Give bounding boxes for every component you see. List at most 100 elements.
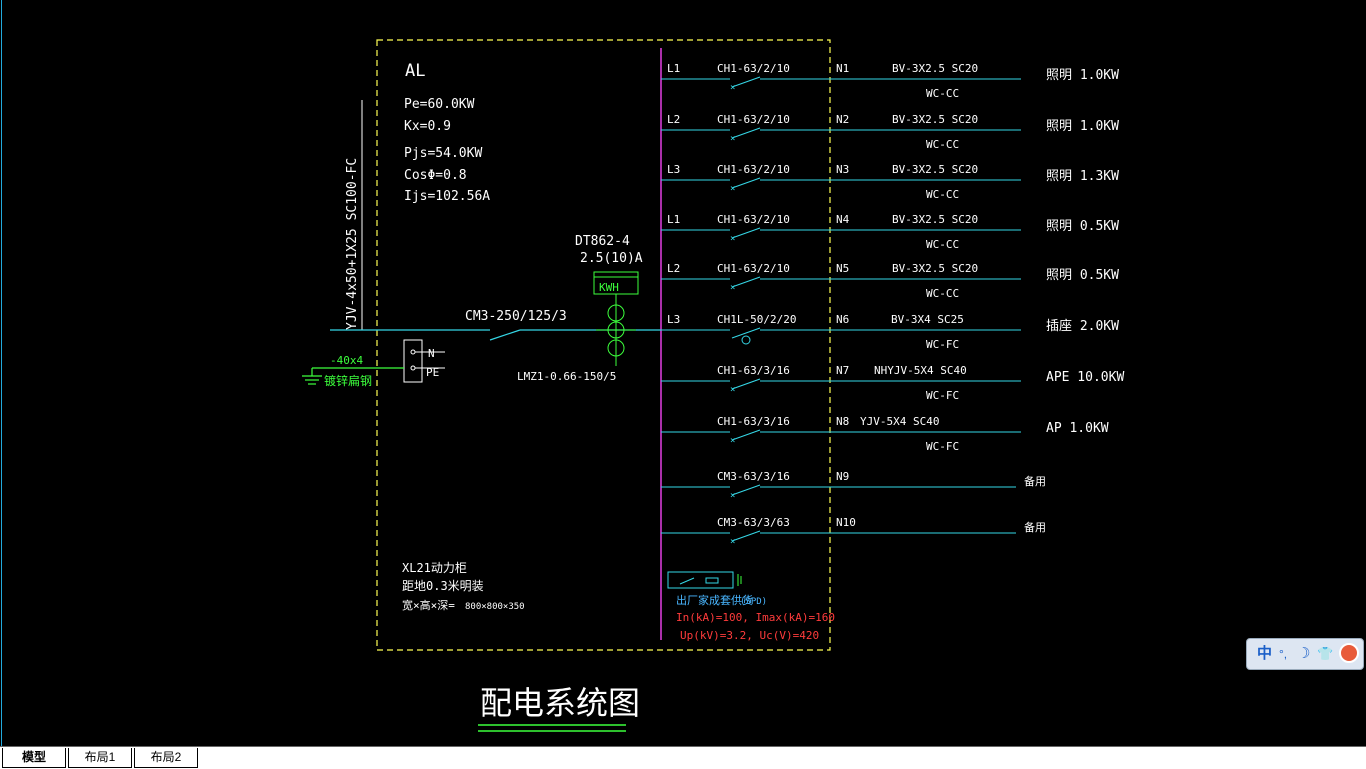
single-line-diagram: AL Pe=60.0KW Kx=0.9 Pjs=54.0KW CosΦ=0.8 … (302, 39, 1124, 732)
cabinet-type: XL21动力柜 (402, 561, 467, 575)
feeder-circuits: × L1 CH1-63/2/10 N1 BV-3X2.5 SC20 WC-CC 照明 1.0… (661, 62, 1124, 547)
ct-label: LMZ1-0.66-150/5 (517, 370, 616, 383)
drawing-canvas[interactable]: AL Pe=60.0KW Kx=0.9 Pjs=54.0KW CosΦ=0.8 … (0, 0, 1366, 746)
main-breaker-label: CM3-250/125/3 (465, 309, 567, 324)
load-label: 照明 0.5KW (1046, 268, 1119, 283)
breaker-blade (731, 227, 761, 239)
breaker-label: CM3-63/3/63 (717, 516, 790, 529)
breaker-blade (731, 429, 761, 441)
n-label: N (428, 347, 435, 360)
meter-rating: 2.5(10)A (580, 251, 643, 266)
ime-toolbar[interactable]: 中 °, ☽ 👕 (1246, 638, 1364, 670)
phase-label: L1 (667, 62, 680, 75)
load-label: AP 1.0KW (1046, 421, 1109, 436)
spd-box (667, 571, 734, 589)
breaker-label: CH1-63/3/16 (717, 415, 790, 428)
breaker-blade (731, 484, 761, 496)
phase-label: L3 (667, 163, 680, 176)
circuit-number: N9 (836, 470, 849, 483)
load-label: 照明 0.5KW (1046, 219, 1119, 234)
viewport-border (1, 0, 2, 746)
circuit-number: N2 (836, 113, 849, 126)
phase-label: L1 (667, 213, 680, 226)
breaker-mark: × (730, 83, 735, 93)
breaker-mark: × (730, 436, 735, 446)
breaker-label: CH1-63/2/10 (717, 62, 790, 75)
breaker-blade (731, 177, 761, 189)
laying-method: WC-CC (926, 188, 959, 201)
laying-method: WC-CC (926, 138, 959, 151)
circuit-number: N1 (836, 62, 849, 75)
param-ijs: Ijs=102.56A (404, 189, 490, 204)
breaker-blade (731, 378, 761, 390)
ime-logo-icon[interactable] (1339, 643, 1359, 663)
moon-icon[interactable]: ☽ (1297, 645, 1310, 663)
spd-spec-2: Up(kV)=3.2, Uc(V)=420 (680, 629, 819, 642)
circuit-number: N8 (836, 415, 849, 428)
drawing-title: 配电系统图 (480, 684, 640, 722)
ground-size: -40x4 (330, 354, 363, 367)
breaker-mark: × (730, 283, 735, 293)
phase-label: L3 (667, 313, 680, 326)
load-label: 插座 2.0KW (1046, 319, 1119, 334)
breaker-label: CH1-63/2/10 (717, 113, 790, 126)
layout-tab-bar: 模型 布局1 布局2 (0, 746, 1366, 769)
phase-label: L2 (667, 113, 680, 126)
laying-method: WC-FC (926, 440, 959, 453)
tab-layout1[interactable]: 布局1 (68, 748, 132, 768)
load-label: 备用 (1024, 520, 1046, 534)
main-breaker-blade (489, 329, 521, 341)
circuit-number: N5 (836, 262, 849, 275)
breaker-mark: × (730, 385, 735, 395)
breaker-blade (731, 127, 761, 139)
tab-model[interactable]: 模型 (2, 748, 66, 768)
load-label: 备用 (1024, 474, 1046, 488)
cable-spec: BV-3X2.5 SC20 (892, 62, 978, 75)
ground-material: 镀锌扁钢 (324, 374, 372, 388)
breaker-label: CH1-63/2/10 (717, 262, 790, 275)
laying-method: WC-FC (926, 338, 959, 351)
n-pe-terminal (403, 339, 423, 383)
breaker-mark: × (730, 134, 735, 144)
cable-spec: YJV-5X4 SC40 (860, 415, 939, 428)
param-pjs: Pjs=54.0KW (404, 146, 482, 161)
breaker-blade (731, 530, 761, 542)
spd-spec-1: In(kA)=100, Imax(kA)=160 (676, 611, 835, 624)
laying-method: WC-CC (926, 238, 959, 251)
spd-tag: (SPD) (740, 597, 767, 607)
circuit-number: N10 (836, 516, 856, 529)
cable-spec: BV-3X4 SC25 (891, 313, 964, 326)
breaker-label: CM3-63/3/16 (717, 470, 790, 483)
load-label: 照明 1.0KW (1046, 119, 1119, 134)
breaker-mark: × (730, 491, 735, 501)
breaker-label: CH1-63/2/10 (717, 163, 790, 176)
kwh-label: KWH (599, 281, 619, 294)
ime-punct[interactable]: °, (1279, 645, 1287, 663)
pe-label: PE (426, 366, 439, 379)
cabinet-dim-label: 宽×高×深= (402, 598, 455, 612)
rcd-icon (741, 335, 751, 345)
breaker-mark: × (730, 184, 735, 194)
meter-model: DT862-4 (575, 234, 630, 249)
laying-method: WC-CC (926, 287, 959, 300)
ime-lang[interactable]: 中 (1257, 645, 1272, 663)
tab-layout2[interactable]: 布局2 (134, 748, 198, 768)
load-label: 照明 1.3KW (1046, 169, 1119, 184)
circuit-number: N3 (836, 163, 849, 176)
load-label: APE 10.0KW (1046, 370, 1124, 385)
param-pe: Pe=60.0KW (404, 97, 475, 112)
panel-name: AL (405, 61, 425, 81)
shirt-icon[interactable]: 👕 (1317, 645, 1333, 663)
cable-spec: BV-3X2.5 SC20 (892, 113, 978, 126)
param-kx: Kx=0.9 (404, 119, 451, 134)
circuit-number: N7 (836, 364, 849, 377)
cabinet-dims: 800×800×350 (465, 602, 525, 612)
cable-spec: NHYJV-5X4 SC40 (874, 364, 967, 377)
cable-spec: BV-3X2.5 SC20 (892, 262, 978, 275)
param-cos: CosΦ=0.8 (404, 168, 467, 183)
laying-method: WC-FC (926, 389, 959, 402)
phase-label: L2 (667, 262, 680, 275)
cabinet-mounting: 距地0.3米明装 (402, 579, 484, 593)
circuit-number: N4 (836, 213, 850, 226)
breaker-label: CH1-63/2/10 (717, 213, 790, 226)
